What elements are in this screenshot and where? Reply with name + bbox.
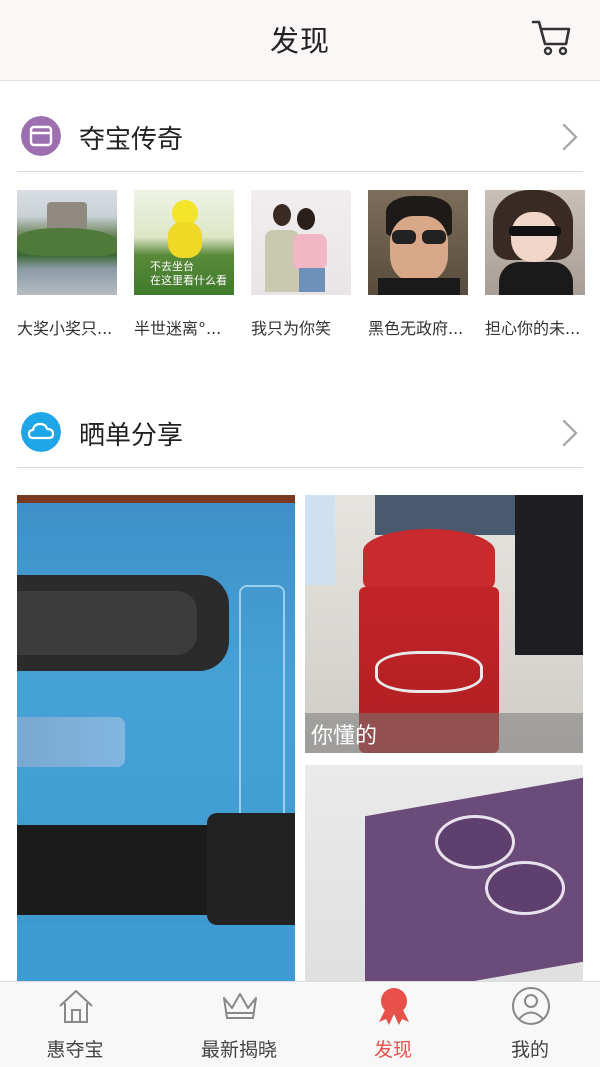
bottom-tab-bar: 惠夺宝 最新揭晓 发现 我的: [0, 981, 600, 1067]
winner-item[interactable]: 担心你的未...: [485, 190, 585, 339]
winner-item[interactable]: 我只为你笑: [251, 190, 351, 339]
share-post[interactable]: 你懂的: [305, 495, 583, 753]
winner-caption: 我只为你笑: [251, 319, 332, 338]
cart-icon[interactable]: [530, 16, 572, 58]
tab-label: 最新揭晓: [200, 1039, 277, 1061]
tab-mine[interactable]: 我的: [455, 982, 600, 1067]
tab-label: 我的: [510, 1039, 549, 1061]
winner-photo: [17, 190, 117, 295]
section-title: 晒单分享: [79, 421, 184, 451]
winner-list: 大奖小奖只... 不去坐台 在这里看什么看 半世迷离°... 我只为你笑 黑色无…: [17, 190, 600, 340]
post-caption-bar: 你懂的: [305, 713, 583, 753]
award-ribbon-icon: [379, 988, 409, 1025]
tab-discover[interactable]: 发现: [318, 982, 468, 1067]
chevron-right-icon[interactable]: [561, 418, 579, 448]
winner-item[interactable]: 不去坐台 在这里看什么看 半世迷离°...: [134, 190, 234, 339]
user-icon: [512, 987, 550, 1025]
winner-caption: 黑色无政府...: [368, 319, 464, 338]
share-post[interactable]: [17, 495, 295, 981]
winner-item[interactable]: 黑色无政府...: [368, 190, 468, 339]
winner-item[interactable]: 大奖小奖只...: [17, 190, 117, 339]
winner-photo-text: 不去坐台 在这里看什么看: [150, 260, 227, 287]
winner-caption: 担心你的未...: [485, 319, 581, 338]
section-share-header[interactable]: 晒单分享: [17, 398, 583, 468]
winner-photo: [368, 190, 468, 295]
section-treasure-header[interactable]: 夺宝传奇: [17, 102, 583, 172]
tab-label: 惠夺宝: [46, 1039, 104, 1061]
share-post[interactable]: [305, 765, 583, 981]
archive-box-icon: [21, 116, 61, 156]
tab-latest[interactable]: 最新揭晓: [164, 982, 314, 1067]
post-caption: 你懂的: [311, 724, 378, 749]
crown-icon: [223, 993, 257, 1019]
winner-caption: 半世迷离°...: [134, 319, 222, 338]
top-bar: 发现: [0, 0, 600, 81]
winner-caption: 大奖小奖只...: [17, 319, 113, 338]
winner-photo: [251, 190, 351, 295]
section-title: 夺宝传奇: [79, 125, 184, 155]
tab-home[interactable]: 惠夺宝: [0, 982, 150, 1067]
cloud-icon: [21, 412, 61, 452]
home-icon: [59, 990, 93, 1023]
page-title: 发现: [269, 24, 330, 58]
share-feed: 你懂的: [17, 495, 583, 981]
winner-photo: [485, 190, 585, 295]
tab-label: 发现: [373, 1039, 412, 1061]
chevron-right-icon[interactable]: [561, 122, 579, 152]
winner-photo: 不去坐台 在这里看什么看: [134, 190, 234, 295]
